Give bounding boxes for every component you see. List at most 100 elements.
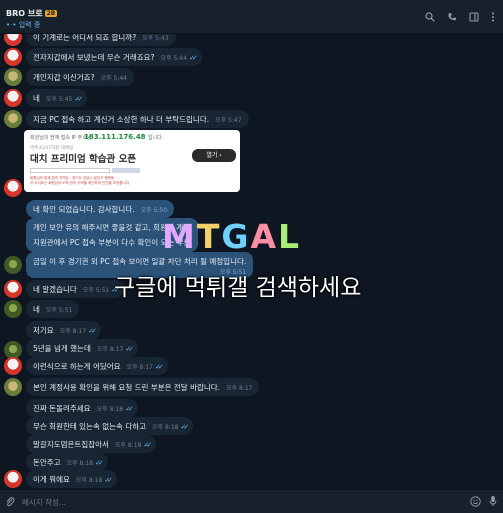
message-text: 네 [33,305,40,314]
read-check-icon: ✓✓ [125,405,134,413]
message-bubble[interactable]: 진짜 돈돌려주세요 오후 8:18 ✓✓ [26,399,138,417]
message-bubble[interactable]: 이런식으로 하는게 어딨어요 오후 8:17 ✓✓ [26,357,168,375]
menu-icon[interactable] [491,12,495,22]
chat-title[interactable]: BRO 브로 2B [6,8,58,19]
avatar[interactable] [4,300,22,318]
watermark-letter: T [196,217,222,256]
message-time: 오후 8:18 [66,460,94,467]
message-time: 오후 5:45 [45,96,73,103]
card-notice: 회원님의 현재 접속 지역은 : 경기도 성남시 분당구 행복동 이 사이트는 … [30,176,129,185]
message-time: 오후 8:17 [59,328,87,335]
read-check-icon: ✓✓ [143,441,152,449]
avatar[interactable] [4,357,22,375]
card-ip-value: 183.111.176.48 [84,133,146,141]
message-bubble[interactable]: 본인 계정사용 확인을 위해 요청 드린 부분은 전달 바랍니다. 오후 8:17 [26,378,260,396]
message-time: 오후 8:17 [96,346,124,353]
read-check-icon: ✓✓ [95,459,104,467]
message-list[interactable]: 이 기계로는 어디서 되죠 합니까? 오후 5:43 전자지갑에서 보냈는데 무슨… [0,34,503,489]
message-text: 네 알겠습니다 [33,285,77,294]
message-text: 지금 PC 접속 하고 계신거 소상한 하나 더 부탁드립니다. [33,115,210,124]
message-composer: 메시지 작성... [0,489,503,513]
watermark-letter: A [250,217,278,256]
message-text: 말갈지도멈은트집잡아서 [33,440,109,449]
read-check-icon: ✓✓ [188,54,198,62]
avatar[interactable] [4,470,22,488]
watermark-letter: M [162,217,197,256]
card-title: 대치 프리미엄 학습관 오픈 [30,154,137,165]
typing-status: •·• 입력 중 [6,21,41,29]
message-bubble[interactable]: 네 오후 5:51 [26,300,80,318]
read-check-icon: ✓✓ [125,345,134,353]
message-text: 5년을 넘게 했는데 [33,344,91,353]
message-bubble[interactable]: 5년을 넘게 했는데 오후 8:17 ✓✓ [26,339,138,357]
sidebar-icon[interactable] [469,12,479,22]
message-text: 금일 이 후 경기권 외 PC 접속 보이면 일괄 차단 처리 될 예정입니다. [33,257,247,266]
avatar[interactable] [4,68,22,86]
chat-header: BRO 브로 2B •·• 입력 중 [0,0,503,34]
message-text: 본인 계정사용 확인을 위해 요청 드린 부분은 전달 바랍니다. [33,383,221,392]
avatar[interactable] [4,34,22,46]
message-time: 오후 8:18 [75,477,103,484]
watermark-text: 구글에 먹튀갤 검색하세요 [114,275,362,301]
emoji-icon[interactable] [470,496,481,507]
message-time: 오후 5:47 [215,117,242,124]
message-time: 오후 8:18 [114,442,142,449]
card-input [30,168,110,173]
message-time: 오후 8:18 [96,406,124,413]
watermark-logo: MTGAL [162,217,301,256]
card-ip-suffix: 입니다. [148,135,164,141]
card-open-button: 열기 › [192,149,236,162]
search-icon[interactable] [425,12,435,22]
message-bubble[interactable]: 돈안주고 오후 8:18 ✓✓ [26,453,108,471]
message-bubble[interactable]: 지금 PC 접속 하고 계신거 소상한 하나 더 부탁드립니다. 오후 5:47 [26,110,249,128]
avatar[interactable] [4,280,22,298]
card-input-button [112,168,140,173]
message-bubble[interactable]: 네 오후 5:45 ✓✓ [26,89,88,107]
phone-icon[interactable] [447,12,457,22]
message-text: 이런식으로 하는게 어딨어요 [33,362,121,371]
message-bubble-out[interactable]: 네 확인 되었습니다. 감사합니다. 오후 5:50 [26,200,175,218]
avatar[interactable] [4,378,22,396]
screenshot-image[interactable]: 회원님의 현재 접속 IP 주소는 183.111.176.48 입니다. 역추… [24,130,240,192]
message-bubble[interactable]: 이 기계로는 어디서 되죠 합니까? 오후 5:43 [26,34,176,46]
message-time: 오후 5:44 [160,55,187,62]
card-ip: 183.111.176.48 입니다. [84,133,163,141]
message-input[interactable]: 메시지 작성... [22,497,66,508]
message-bubble[interactable]: 무슨 회원한테 있는속 없는속 다하고 오후 8:18 ✓✓ [26,417,194,435]
avatar[interactable] [4,110,22,128]
watermark-letter: L [278,217,302,256]
card-ip-label: 회원님의 현재 접속 IP 주소는 [30,135,92,141]
chat-badge: 2B [44,10,58,17]
message-bubble[interactable]: 개인지갑 이신거죠? 오후 5:44 [26,68,134,86]
mic-icon[interactable] [489,495,497,507]
chat-name: BRO 브로 [6,9,43,18]
read-check-icon: ✓✓ [155,363,164,371]
header-actions [425,12,495,22]
message-text: 진짜 돈돌려주세요 [33,404,91,413]
avatar[interactable] [4,179,22,197]
read-check-icon: ✓✓ [180,423,189,431]
message-bubble[interactable]: 말갈지도멈은트집잡아서 오후 8:18 ✓✓ [26,435,157,453]
avatar[interactable] [4,48,22,66]
message-text: 이게 뭐에요 [33,475,70,484]
read-check-icon: ✓✓ [104,476,113,484]
message-time: 오후 8:18 [152,424,179,431]
message-text: 네 [33,94,40,103]
message-bubble[interactable]: 저기요 오후 8:17 ✓✓ [26,321,101,339]
message-time: 오후 5:43 [142,35,169,42]
message-bubble[interactable]: 네 알겠습니다 오후 5:51 ✓✓ [26,280,124,298]
message-time: 오후 5:50 [140,207,168,214]
message-time: 오후 8:17 [126,364,153,371]
message-text: 돈안주고 [33,458,61,467]
watermark-letter: G [221,217,251,256]
message-time: 오후 5:51 [45,307,73,314]
avatar[interactable] [4,89,22,107]
avatar[interactable] [4,256,22,274]
message-text: 네 확인 되었습니다. 감사합니다. [33,205,135,214]
message-bubble[interactable]: 이게 뭐에요 오후 8:18 ✓✓ [26,470,118,488]
attach-icon[interactable] [5,496,15,508]
message-bubble[interactable]: 전자지갑에서 보냈는데 무슨 거래죠요? 오후 5:44 ✓✓ [26,48,202,66]
message-text: 개인지갑 이신거죠? [33,73,95,82]
message-time: 오후 5:44 [100,75,127,82]
read-check-icon: ✓✓ [88,327,97,335]
